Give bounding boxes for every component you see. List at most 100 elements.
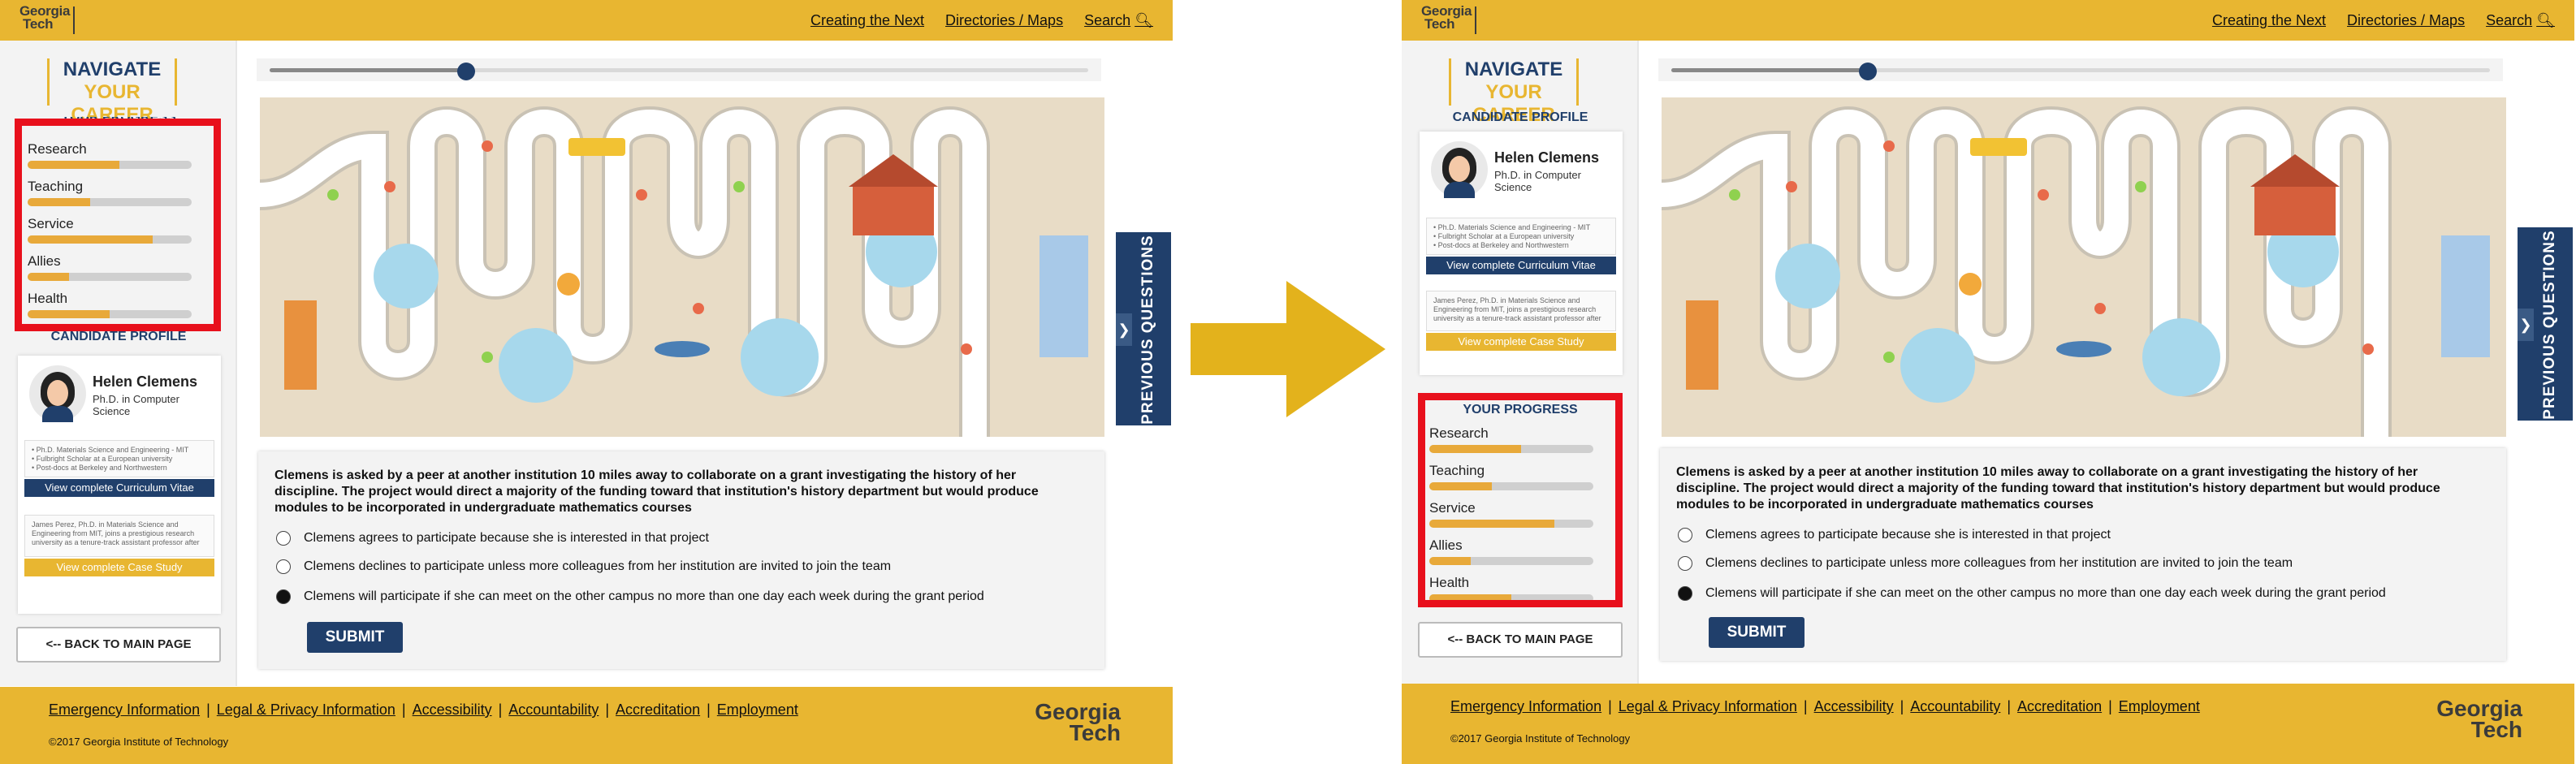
answer-option-1[interactable]: Clemens agrees to participate because sh…	[276, 531, 709, 546]
view-case-study-button[interactable]: View complete Case Study	[24, 559, 214, 576]
radio-button[interactable]	[1678, 528, 1692, 542]
link-separator: |	[1608, 698, 1612, 714]
gt-logo[interactable]: Georgia Tech	[1421, 4, 1477, 34]
question-slider[interactable]	[257, 58, 1101, 81]
progress-label: Service	[1429, 500, 1476, 516]
footer-link[interactable]: Emergency Information	[49, 701, 200, 719]
radio-button[interactable]	[276, 559, 291, 574]
view-cv-button[interactable]: View complete Curriculum Vitae	[1426, 257, 1616, 274]
progress-item-service: Service	[1429, 500, 1593, 528]
search-link[interactable]: Search 🔍︎	[2486, 12, 2555, 29]
footer-link[interactable]: Accreditation	[616, 701, 700, 719]
gt-footer-logo[interactable]: Georgia Tech	[1035, 701, 1121, 745]
footer-link[interactable]: Legal & Privacy Information	[217, 701, 395, 719]
progress-list: Research Teaching Service Allies Health	[28, 141, 192, 328]
sidebar: NAVIGATE YOUR CAREER YOUR PROGRESS Resea…	[0, 41, 237, 686]
search-icon: 🔍︎	[1135, 12, 1153, 28]
progress-fill	[28, 273, 69, 281]
radio-button-selected[interactable]	[1678, 586, 1692, 601]
option-label: Clemens will participate if she can meet…	[1705, 586, 2386, 600]
footer-link[interactable]: Accountability	[508, 701, 599, 719]
link-separator: |	[2007, 698, 2012, 714]
candidate-degree: Ph.D. in Computer Science	[93, 393, 179, 417]
footer-link[interactable]: Accountability	[1910, 698, 2000, 715]
footer-link[interactable]: Legal & Privacy Information	[1619, 698, 1797, 715]
view-case-study-button[interactable]: View complete Case Study	[1426, 333, 1616, 351]
career-map-illustration	[260, 97, 1104, 437]
gt-footer-logo[interactable]: Georgia Tech	[2436, 697, 2522, 741]
option-label: Clemens declines to participate unless m…	[1705, 556, 2293, 570]
nav-directories-maps[interactable]: Directories / Maps	[945, 12, 1063, 29]
previous-questions-label: PREVIOUS QUESTIONS	[1139, 235, 1156, 425]
search-icon: 🔍︎	[2536, 12, 2555, 28]
progress-item-teaching: Teaching	[28, 179, 192, 206]
progress-bar	[1429, 482, 1593, 490]
footer-link[interactable]: Emergency Information	[1450, 698, 1601, 715]
progress-item-research: Research	[28, 141, 192, 169]
tower-icon	[73, 6, 84, 34]
back-to-main-button[interactable]: <-- BACK TO MAIN PAGE	[16, 627, 221, 663]
progress-fill	[1429, 594, 1511, 602]
previous-questions-label: PREVIOUS QUESTIONS	[2541, 230, 2558, 420]
radio-button[interactable]	[1678, 556, 1692, 571]
link-separator: |	[605, 701, 610, 718]
progress-label: Teaching	[1429, 463, 1485, 478]
back-to-main-button[interactable]: <-- BACK TO MAIN PAGE	[1418, 622, 1623, 658]
footer-link[interactable]: Employment	[2119, 698, 2200, 715]
footer-link[interactable]: Accreditation	[2017, 698, 2102, 715]
slider-thumb[interactable]	[456, 63, 475, 80]
question-slider[interactable]	[1658, 58, 2503, 81]
question-panel: Clemens is asked by a peer at another in…	[258, 451, 1104, 669]
progress-title: YOUR PROGRESS	[1463, 403, 1578, 417]
footer-link[interactable]: Accessibility	[413, 701, 492, 719]
candidate-profile-card: Helen Clemens Ph.D. in Computer Science …	[1420, 132, 1623, 375]
answer-option-2[interactable]: Clemens declines to participate unless m…	[1678, 556, 2293, 571]
footer-link[interactable]: Accessibility	[1814, 698, 1894, 715]
footer-link[interactable]: Employment	[717, 701, 798, 719]
previous-questions-tab[interactable]: ❯ PREVIOUS QUESTIONS	[2518, 227, 2573, 421]
nav-creating-the-next[interactable]: Creating the Next	[810, 12, 924, 29]
footer: Emergency Information | Legal & Privacy In…	[1402, 684, 2574, 764]
logo-line2: Tech	[1424, 16, 1455, 32]
question-text: Clemens is asked by a peer at another in…	[1676, 465, 2440, 511]
progress-item-research: Research	[1429, 425, 1593, 453]
slider-fill	[270, 68, 466, 72]
slider-fill	[1671, 68, 1868, 72]
submit-button[interactable]: SUBMIT	[307, 622, 403, 653]
profile-title: CANDIDATE PROFILE	[50, 330, 187, 343]
progress-bar	[1429, 557, 1593, 565]
progress-item-teaching: Teaching	[1429, 463, 1593, 490]
submit-button[interactable]: SUBMIT	[1709, 617, 1804, 648]
nav-directories-maps[interactable]: Directories / Maps	[2347, 12, 2465, 29]
gt-logo[interactable]: Georgia Tech	[19, 4, 76, 34]
progress-label: Service	[28, 216, 74, 231]
chevron-right-icon: ❯	[1116, 313, 1132, 346]
option-label: Clemens agrees to participate because sh…	[1705, 528, 2111, 542]
radio-button-selected[interactable]	[276, 589, 291, 604]
arrow-right-icon	[1191, 281, 1385, 417]
progress-item-health: Health	[28, 291, 192, 318]
cv-summary: • Ph.D. Materials Science and Engineerin…	[24, 440, 214, 477]
footer-links: Emergency Information | Legal & Privacy In…	[1450, 698, 2200, 715]
view-cv-button[interactable]: View complete Curriculum Vitae	[24, 479, 214, 497]
answer-option-2[interactable]: Clemens declines to participate unless m…	[276, 559, 891, 574]
answer-option-3[interactable]: Clemens will participate if she can meet…	[1678, 586, 2386, 601]
answer-option-3[interactable]: Clemens will participate if she can meet…	[276, 589, 984, 604]
radio-button[interactable]	[276, 531, 291, 546]
search-label: Search	[2486, 12, 2533, 28]
link-separator: |	[2108, 698, 2112, 714]
slider-thumb[interactable]	[1858, 63, 1877, 80]
nav-creating-the-next[interactable]: Creating the Next	[2212, 12, 2326, 29]
footer-links: Emergency Information | Legal & Privacy In…	[49, 701, 798, 719]
question-panel: Clemens is asked by a peer at another in…	[1660, 448, 2506, 661]
avatar	[1431, 141, 1488, 198]
progress-bar	[1429, 445, 1593, 453]
previous-questions-tab[interactable]: ❯ PREVIOUS QUESTIONS	[1116, 232, 1171, 425]
progress-label: Research	[28, 141, 87, 157]
chevron-right-icon: ❯	[2518, 309, 2534, 341]
search-link[interactable]: Search 🔍︎	[1084, 12, 1153, 29]
progress-label: Health	[28, 291, 68, 306]
progress-item-health: Health	[1429, 575, 1593, 602]
answer-option-1[interactable]: Clemens agrees to participate because sh…	[1678, 528, 2111, 542]
progress-label: Teaching	[28, 179, 84, 194]
